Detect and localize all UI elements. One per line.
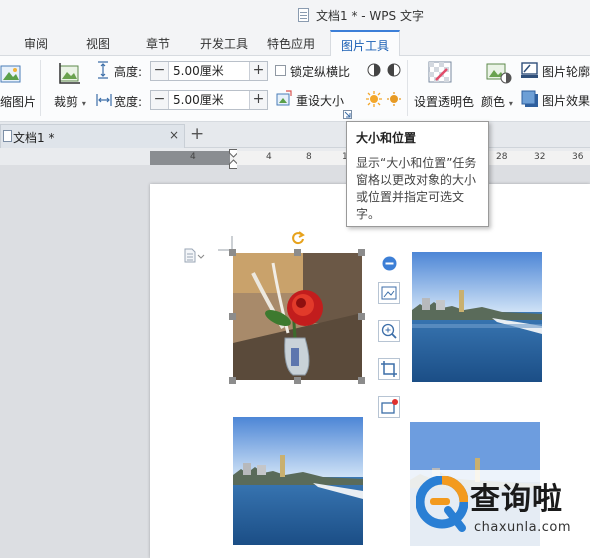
ruler-tick: 4	[190, 152, 196, 162]
dialog-launcher-icon	[344, 111, 351, 118]
height-label: 高度:	[114, 65, 143, 79]
zoom-preview-button[interactable]	[378, 320, 400, 342]
chevron-down-icon: ▾	[81, 99, 86, 108]
size-position-dialog-launcher[interactable]	[343, 110, 352, 119]
indent-marker[interactable]	[229, 149, 237, 169]
rotate-handle-icon[interactable]	[290, 230, 306, 246]
compress-picture-icon[interactable]	[0, 63, 22, 85]
menu-bar: 审阅 视图 章节 开发工具 特色应用 图片工具	[0, 30, 590, 56]
tooltip-title: 大小和位置	[356, 131, 417, 145]
color-text: 颜色	[481, 95, 506, 109]
tab-developer-tools[interactable]: 开发工具	[200, 35, 248, 52]
height-icon	[98, 61, 108, 79]
crop-text: 裁剪	[54, 95, 79, 109]
close-tab-button[interactable]: ×	[169, 128, 179, 142]
crop-icon[interactable]	[56, 62, 82, 86]
paragraph-options-icon[interactable]	[184, 248, 206, 264]
layout-options-button[interactable]	[378, 282, 400, 304]
new-tab-button[interactable]: +	[190, 124, 204, 144]
tab-review[interactable]: 审阅	[24, 35, 48, 52]
rose-photo[interactable]	[233, 253, 362, 380]
tab-special-features[interactable]: 特色应用	[267, 35, 315, 52]
lock-ratio-label[interactable]: 锁定纵横比	[290, 63, 350, 80]
ruler-tick: 4	[266, 152, 272, 162]
ruler-tick: 28	[496, 152, 508, 162]
picture-effects-icon[interactable]	[521, 90, 539, 108]
watermark-chinese-text: 查询啦	[470, 482, 563, 517]
tab-chapter[interactable]: 章节	[146, 35, 170, 52]
resize-handle[interactable]	[294, 249, 301, 256]
brightness-increase-icon[interactable]	[366, 91, 382, 107]
crop-label[interactable]: 裁剪 ▾	[54, 93, 86, 110]
crop-picture-button[interactable]	[378, 358, 400, 380]
tab-view[interactable]: 视图	[86, 35, 110, 52]
lock-ratio-checkbox[interactable]	[275, 65, 286, 76]
title-bar: 文档1 * - WPS 文字	[0, 0, 590, 30]
document-icon	[3, 130, 12, 142]
picture-outline-icon[interactable]	[521, 62, 539, 78]
collapse-toolbar-icon[interactable]	[382, 256, 397, 271]
ribbon: 缩图片 裁剪 ▾ 高度: − 5.00厘米 + 宽度: − 5.00厘米 + 锁…	[0, 56, 590, 122]
height-decrease-button[interactable]: −	[151, 62, 169, 80]
resize-handle[interactable]	[358, 377, 365, 384]
brightness-decrease-icon[interactable]	[386, 91, 402, 107]
width-stepper[interactable]: − 5.00厘米 +	[150, 90, 268, 110]
size-position-tooltip: 大小和位置 显示“大小和位置”任务窗格以更改对象的大小或位置并指定可选文字。	[346, 121, 489, 227]
compress-picture-label[interactable]: 缩图片	[0, 93, 36, 110]
chaxunla-logo-icon	[416, 476, 468, 532]
ribbon-separator	[407, 60, 408, 116]
picture-border-button[interactable]	[378, 396, 400, 418]
border-icon	[381, 399, 398, 414]
tooltip-body: 显示“大小和位置”任务窗格以更改对象的大小或位置并指定可选文字。	[356, 156, 477, 221]
landscape-photo[interactable]	[412, 252, 542, 382]
transparent-color-label[interactable]: 设置透明色	[414, 93, 474, 110]
width-increase-button[interactable]: +	[249, 91, 267, 109]
zoom-in-icon	[381, 323, 397, 339]
document-icon	[298, 8, 309, 22]
tab-picture-tools[interactable]: 图片工具	[330, 30, 401, 56]
transparent-color-icon[interactable]	[428, 61, 454, 85]
chaxunla-watermark: 查询啦 chaxunla.com	[410, 470, 590, 546]
ruler-tick: 32	[534, 152, 546, 162]
ruler-tick: 8	[306, 152, 312, 162]
chevron-down-icon: ▾	[508, 99, 513, 108]
resize-handle[interactable]	[229, 377, 236, 384]
crop-icon	[381, 361, 397, 377]
height-input[interactable]: 5.00厘米	[169, 62, 249, 80]
document-tab-name: 文档1 *	[13, 131, 55, 145]
document-tab[interactable]: 文档1 * ×	[0, 124, 185, 148]
document-tab-bar: 文档1 * ×	[0, 122, 590, 148]
picture-layout-icon	[381, 286, 397, 300]
resize-handle[interactable]	[229, 249, 236, 256]
ruler-tick: 36	[572, 152, 584, 162]
contrast-icon[interactable]	[366, 62, 382, 78]
ribbon-separator	[40, 60, 41, 116]
picture-effects-label[interactable]: 图片效果	[542, 92, 590, 109]
landscape-photo[interactable]	[233, 417, 363, 545]
reset-size-label[interactable]: 重设大小	[296, 92, 344, 109]
width-icon	[96, 94, 112, 106]
width-input[interactable]: 5.00厘米	[169, 91, 249, 109]
contrast-decrease-icon[interactable]	[386, 62, 402, 78]
reset-size-icon[interactable]	[275, 90, 292, 107]
picture-outline-label[interactable]: 图片轮廓	[542, 63, 590, 80]
resize-handle[interactable]	[358, 313, 365, 320]
picture-color-icon[interactable]	[486, 61, 512, 85]
width-label: 宽度:	[114, 95, 143, 109]
window-title: 文档1 * - WPS 文字	[316, 9, 424, 23]
width-decrease-button[interactable]: −	[151, 91, 169, 109]
picture-color-label[interactable]: 颜色 ▾	[481, 93, 513, 110]
watermark-url-text: chaxunla.com	[474, 520, 571, 535]
resize-handle[interactable]	[229, 313, 236, 320]
resize-handle[interactable]	[358, 249, 365, 256]
height-stepper[interactable]: − 5.00厘米 +	[150, 61, 268, 81]
height-increase-button[interactable]: +	[249, 62, 267, 80]
resize-handle[interactable]	[294, 377, 301, 384]
